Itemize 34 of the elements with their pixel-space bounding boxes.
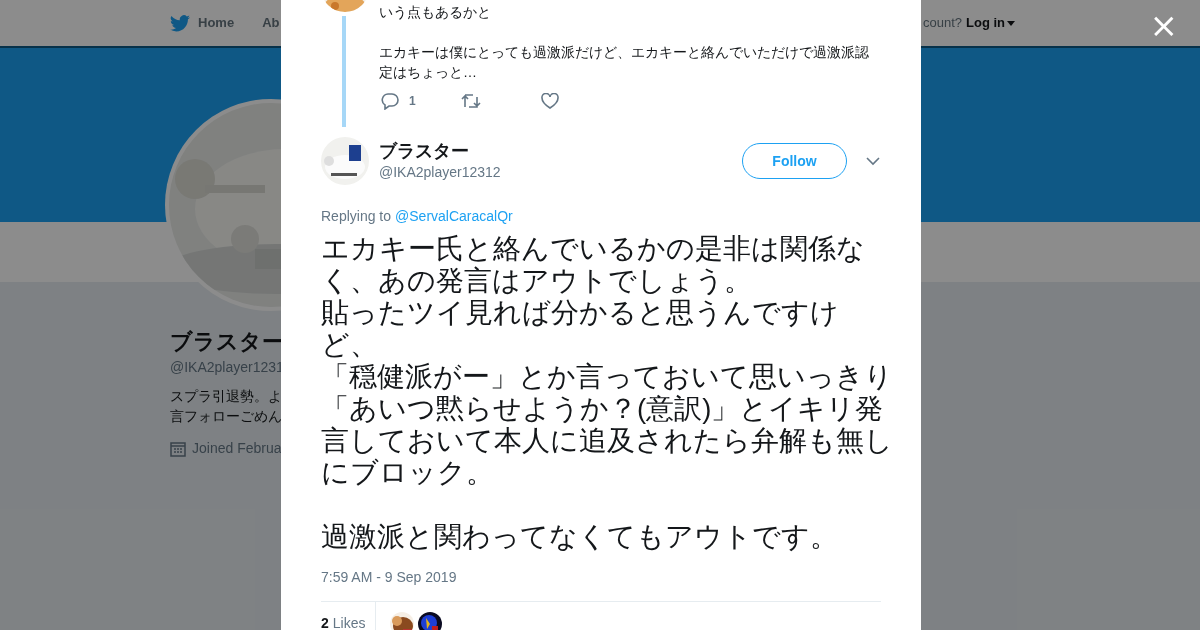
- avatar[interactable]: [321, 137, 369, 185]
- likes-count[interactable]: 2 Likes: [321, 602, 377, 630]
- tweet-text: エカキー氏と絡んでいるかの是非は関係なく、あの発言はアウトでしょう。: [321, 233, 866, 297]
- replying-label: Replying to: [321, 207, 392, 226]
- profile-handle: @IKA2player1231: [170, 358, 284, 377]
- count: 2: [321, 614, 329, 630]
- retweet-icon: [461, 93, 481, 109]
- heart-icon: [541, 93, 559, 109]
- author-handle[interactable]: @IKA2player12312: [379, 162, 501, 182]
- reply-icon: [381, 92, 399, 110]
- profile-bio: スプラ引退勢。よ 言フォローごめん: [170, 387, 282, 426]
- like-button[interactable]: [541, 93, 559, 109]
- timestamp: 7:59 AM - 9 Sep 2019: [321, 568, 458, 587]
- reply-button[interactable]: 1: [381, 92, 461, 110]
- calendar-icon: [170, 440, 186, 457]
- account-prompt: count?: [922, 14, 962, 33]
- liker-avatar[interactable]: [418, 611, 443, 630]
- bird-icon[interactable]: [170, 14, 190, 32]
- liker-avatar[interactable]: [390, 611, 415, 630]
- joined-date: Joined Februa: [192, 439, 282, 458]
- tweet-text: 過激派と関わってなくてもアウトです。: [321, 521, 839, 553]
- tweet-text: いう点もあるかと: [379, 3, 492, 22]
- nav-link[interactable]: Home: [198, 13, 235, 33]
- chevron-icon[interactable]: [866, 156, 880, 166]
- likes-label: Likes: [332, 614, 366, 630]
- nav-link[interactable]: Ab: [262, 13, 280, 33]
- tweet-text: 「穏健派がー」とか言っておいて思いっきり「あいつ黙らせようか？(意訳)」とイキリ発言しておいて本人に追及されたら弁解も無しにブロック。: [321, 361, 893, 489]
- tweet-text: 貼ったツイ見れば分かると思うんですけど、: [321, 297, 840, 361]
- login-link[interactable]: Log in: [966, 13, 1015, 33]
- close-button[interactable]: ×: [1149, 8, 1178, 42]
- mention-link[interactable]: @ServalCaracalQr: [395, 206, 513, 227]
- tweet-text: エカキーは僕にとっても過激派だけど、エカキーと絡んでいただけで過激派認定はちょっと…: [379, 43, 870, 82]
- author-name[interactable]: ブラスター: [379, 140, 501, 162]
- caret-icon: [1007, 20, 1015, 26]
